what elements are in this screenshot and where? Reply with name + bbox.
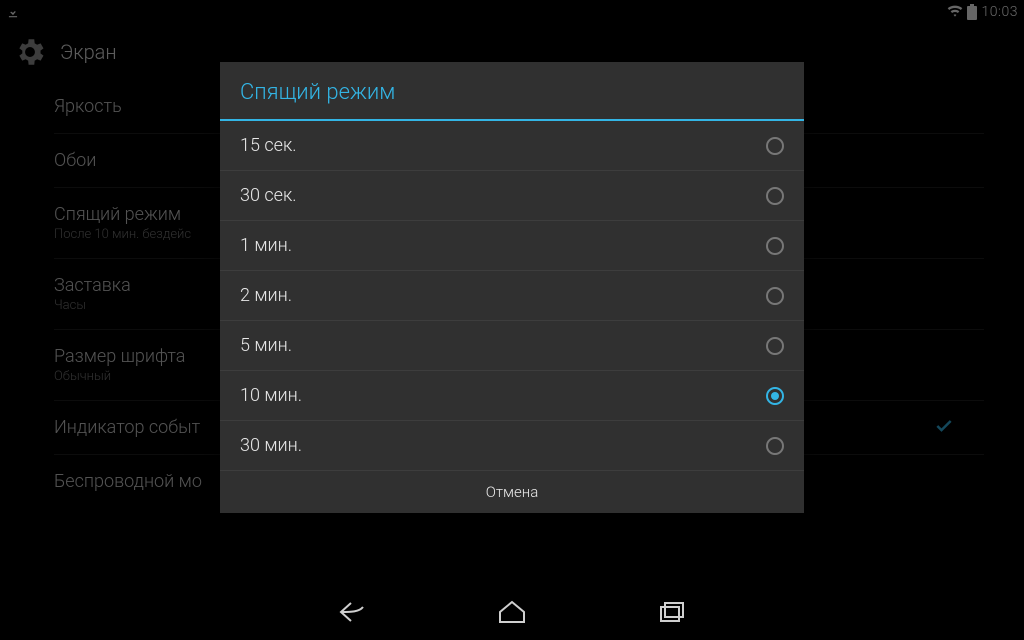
dialog-title: Спящий режим — [220, 62, 804, 119]
option-label: 2 мин. — [240, 285, 292, 306]
dialog-option-list: 15 сек. 30 сек. 1 мин. 2 мин. 5 мин. 10 … — [220, 121, 804, 470]
dialog-option-10m[interactable]: 10 мин. — [220, 371, 804, 421]
dialog-option-1m[interactable]: 1 мин. — [220, 221, 804, 271]
option-label: 30 сек. — [240, 185, 297, 206]
back-button[interactable] — [332, 592, 372, 632]
dialog-option-5m[interactable]: 5 мин. — [220, 321, 804, 371]
option-label: 15 сек. — [240, 135, 297, 156]
dialog-option-30m[interactable]: 30 мин. — [220, 421, 804, 470]
recents-button[interactable] — [652, 592, 692, 632]
radio-icon — [766, 287, 784, 305]
option-label: 30 мин. — [240, 435, 302, 456]
option-label: 1 мин. — [240, 235, 292, 256]
sleep-dialog: Спящий режим 15 сек. 30 сек. 1 мин. 2 ми… — [220, 62, 804, 513]
radio-icon — [766, 337, 784, 355]
dialog-button-row: Отмена — [220, 470, 804, 513]
option-label: 10 мин. — [240, 385, 302, 406]
radio-icon — [766, 187, 784, 205]
cancel-button[interactable]: Отмена — [220, 471, 804, 513]
nav-bar — [0, 584, 1024, 640]
home-button[interactable] — [492, 592, 532, 632]
radio-icon — [766, 237, 784, 255]
radio-icon — [766, 387, 784, 405]
option-label: 5 мин. — [240, 335, 292, 356]
dialog-option-2m[interactable]: 2 мин. — [220, 271, 804, 321]
radio-icon — [766, 137, 784, 155]
dialog-option-30s[interactable]: 30 сек. — [220, 171, 804, 221]
dialog-option-15s[interactable]: 15 сек. — [220, 121, 804, 171]
radio-icon — [766, 437, 784, 455]
